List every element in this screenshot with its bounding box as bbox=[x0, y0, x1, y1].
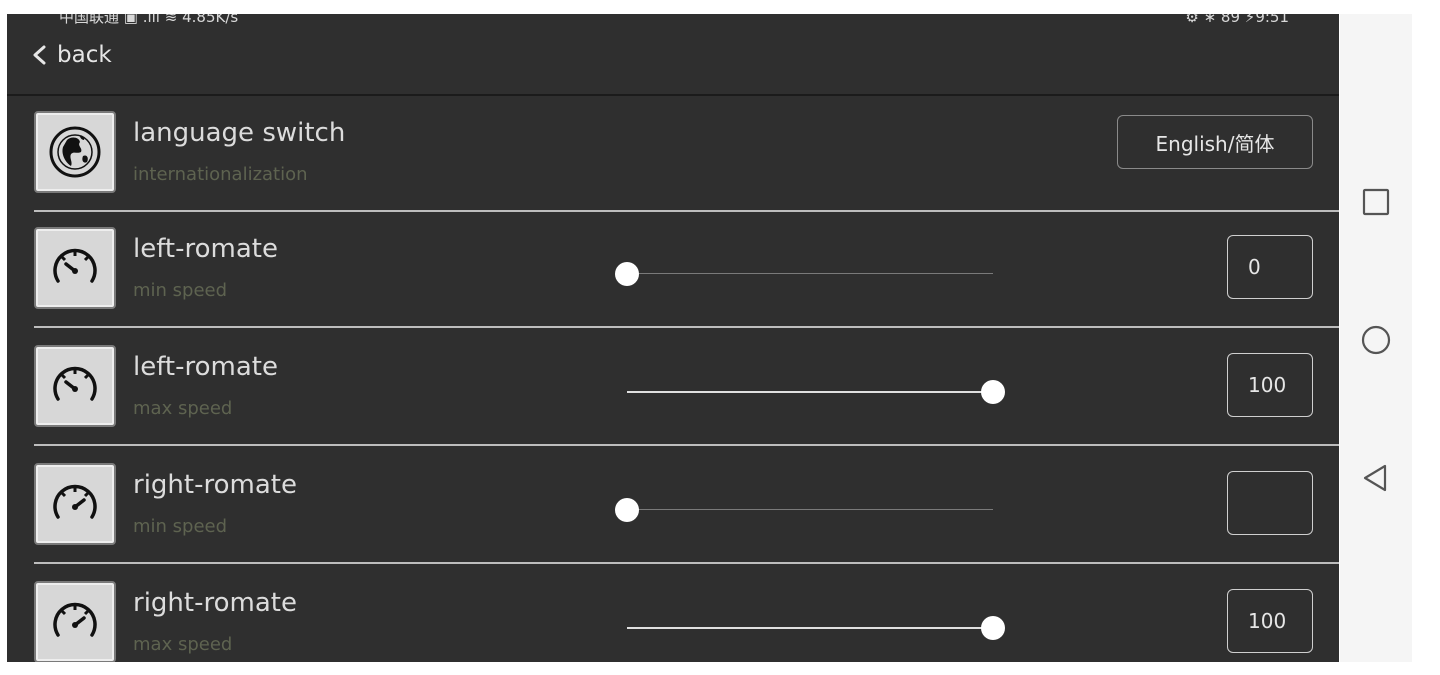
speed-row: right-romate min speed bbox=[7, 448, 1339, 564]
row-title: left-romate bbox=[133, 352, 278, 382]
speed-value-input[interactable]: 0 bbox=[1227, 235, 1313, 299]
language-row: language switch internationalization Eng… bbox=[7, 96, 1339, 212]
back-label: back bbox=[57, 42, 112, 68]
row-title: right-romate bbox=[133, 588, 297, 618]
slider-thumb[interactable] bbox=[615, 498, 639, 522]
slider-track bbox=[627, 509, 993, 510]
speedometer-icon bbox=[53, 366, 97, 401]
row-title: left-romate bbox=[133, 234, 278, 264]
speed-slider[interactable] bbox=[615, 262, 1005, 286]
slider-fill bbox=[627, 391, 993, 393]
square-icon[interactable] bbox=[1358, 184, 1394, 220]
speed-slider[interactable] bbox=[615, 498, 1005, 522]
language-title: language switch bbox=[133, 118, 346, 148]
row-subtitle: min speed bbox=[133, 280, 228, 301]
globe-icon bbox=[49, 126, 101, 178]
system-nav-bar bbox=[1340, 14, 1412, 662]
header: 中国联通 ▣ .ıll ≋ 4.85K/s ⚙ ∗ 89 ⚡9:51 back bbox=[7, 14, 1339, 96]
speed-row: right-romate max speed 100 bbox=[7, 566, 1339, 662]
speed-icon-box bbox=[34, 345, 116, 427]
circle-icon[interactable] bbox=[1358, 322, 1394, 358]
language-subtitle: internationalization bbox=[133, 164, 308, 185]
divider bbox=[34, 562, 1339, 564]
back-button[interactable]: back bbox=[29, 40, 112, 70]
language-switch-button[interactable]: English/简体 bbox=[1117, 115, 1313, 169]
triangle-back-icon[interactable] bbox=[1358, 460, 1394, 496]
app-screen: 中国联通 ▣ .ıll ≋ 4.85K/s ⚙ ∗ 89 ⚡9:51 back … bbox=[7, 14, 1339, 662]
row-title: right-romate bbox=[133, 470, 297, 500]
status-right: ⚙ ∗ 89 ⚡9:51 bbox=[1185, 14, 1289, 26]
speed-icon-box bbox=[34, 581, 116, 662]
speed-value-input[interactable]: 100 bbox=[1227, 589, 1313, 653]
speed-slider[interactable] bbox=[615, 616, 1005, 640]
speedometer-icon bbox=[53, 484, 97, 519]
status-left: 中国联通 ▣ .ıll ≋ 4.85K/s bbox=[59, 14, 239, 26]
speed-row: left-romate min speed 0 bbox=[7, 212, 1339, 328]
language-icon-box bbox=[34, 111, 116, 193]
speed-value-input[interactable]: 100 bbox=[1227, 353, 1313, 417]
speed-row: left-romate max speed 100 bbox=[7, 330, 1339, 446]
status-bar: 中国联通 ▣ .ıll ≋ 4.85K/s ⚙ ∗ 89 ⚡9:51 bbox=[7, 14, 1339, 32]
slider-track bbox=[627, 273, 993, 274]
slider-thumb[interactable] bbox=[981, 380, 1005, 404]
speed-value-input[interactable] bbox=[1227, 471, 1313, 535]
speed-icon-box bbox=[34, 227, 116, 309]
slider-thumb[interactable] bbox=[981, 616, 1005, 640]
row-subtitle: max speed bbox=[133, 634, 233, 655]
chevron-left-icon bbox=[33, 45, 46, 65]
speedometer-icon bbox=[53, 602, 97, 637]
speed-slider[interactable] bbox=[615, 380, 1005, 404]
row-subtitle: max speed bbox=[133, 398, 233, 419]
row-subtitle: min speed bbox=[133, 516, 228, 537]
slider-fill bbox=[627, 627, 993, 629]
divider bbox=[34, 326, 1339, 328]
divider bbox=[34, 444, 1339, 446]
speed-icon-box bbox=[34, 463, 116, 545]
speedometer-icon bbox=[53, 248, 97, 283]
slider-thumb[interactable] bbox=[615, 262, 639, 286]
